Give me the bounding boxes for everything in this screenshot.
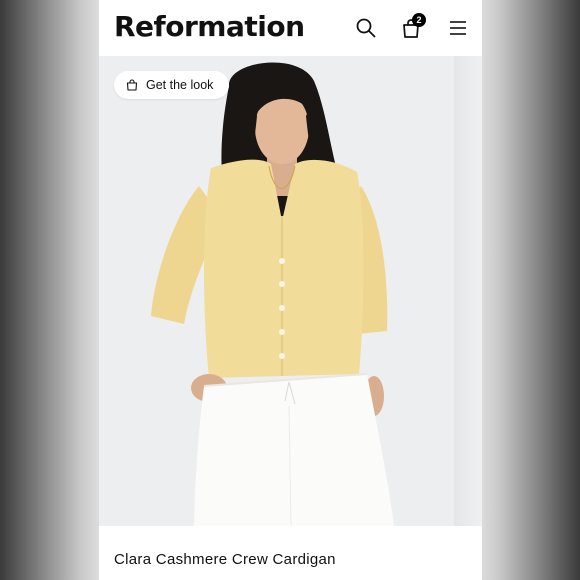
phone-screen: Reformation 2 Get the look Clara Cashmer… bbox=[99, 0, 482, 580]
cart-count-badge: 2 bbox=[412, 13, 426, 27]
brand-logo[interactable]: Reformation bbox=[114, 10, 305, 43]
product-image-gallery[interactable]: Get the look bbox=[99, 56, 482, 526]
next-photo-peek[interactable] bbox=[454, 56, 482, 526]
get-the-look-label: Get the look bbox=[146, 78, 214, 92]
site-header: Reformation 2 bbox=[99, 0, 482, 56]
product-photo bbox=[99, 56, 452, 526]
search-icon[interactable] bbox=[355, 17, 377, 39]
shopping-bag-icon bbox=[126, 79, 138, 91]
product-title: Clara Cashmere Crew Cardigan bbox=[114, 551, 336, 568]
get-the-look-button[interactable]: Get the look bbox=[114, 71, 230, 99]
hamburger-menu-icon[interactable] bbox=[447, 17, 469, 39]
cart-button[interactable]: 2 bbox=[400, 13, 426, 39]
